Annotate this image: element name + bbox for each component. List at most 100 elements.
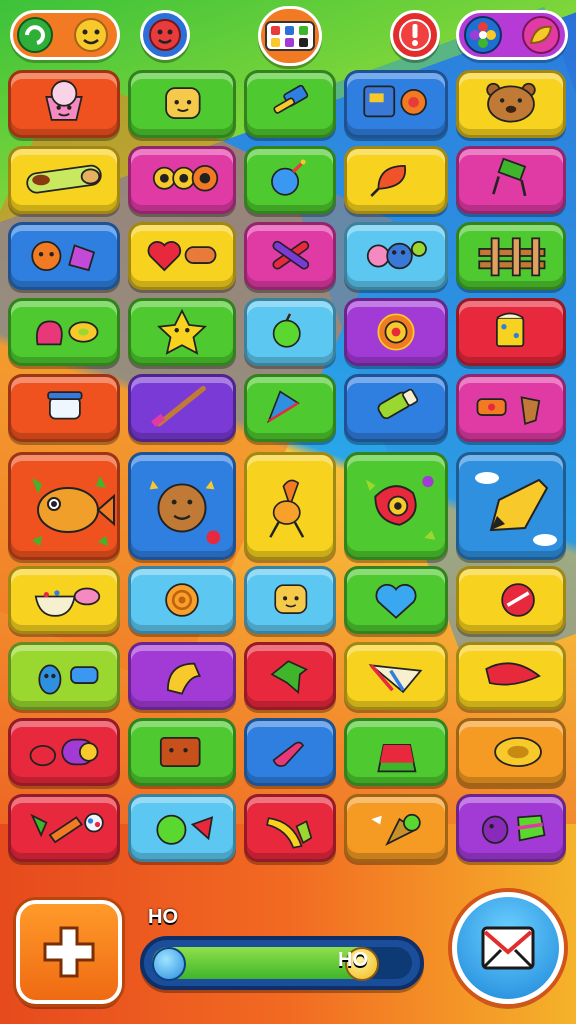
- boot-icon: [272, 741, 305, 767]
- board-tile[interactable]: [344, 298, 448, 366]
- plus-icon: [43, 926, 95, 978]
- board-tile[interactable]: [456, 374, 566, 442]
- magic-wand-icon: [151, 385, 206, 427]
- center-badge-button[interactable]: [258, 6, 322, 66]
- add-button[interactable]: [16, 900, 122, 1004]
- board-tile[interactable]: [456, 298, 566, 366]
- board-tile[interactable]: [244, 374, 336, 442]
- board-tile[interactable]: [128, 718, 236, 786]
- board-tile[interactable]: [244, 452, 336, 560]
- book-and-cookie-icon: [363, 85, 427, 118]
- jar-icon: [47, 391, 83, 420]
- bear-face-icon: [486, 82, 536, 123]
- board-tile[interactable]: [344, 642, 448, 710]
- sandwich-roll-icon: [26, 164, 102, 194]
- top-right-pill[interactable]: [456, 10, 568, 60]
- board-tile[interactable]: [128, 298, 236, 366]
- board-tile[interactable]: [128, 374, 236, 442]
- top-bar: [0, 0, 576, 76]
- trophy-spoon-icon: [269, 479, 305, 538]
- board-tile[interactable]: [344, 222, 448, 290]
- fish-leaf-icon: [32, 476, 115, 546]
- board-tile[interactable]: [8, 222, 120, 290]
- blue-heart-icon: [375, 583, 417, 619]
- toast-face-icon: [165, 87, 201, 119]
- board-tile[interactable]: [128, 642, 236, 710]
- progress-label: HO: [148, 906, 178, 928]
- paper-kite-icon: [267, 390, 300, 424]
- flower-icon: [464, 16, 502, 54]
- board-tile[interactable]: [244, 146, 336, 214]
- board-tile[interactable]: [244, 222, 336, 290]
- board-tile[interactable]: [8, 566, 120, 634]
- board-tile[interactable]: [456, 70, 566, 138]
- glue-stick-icon: [377, 388, 419, 420]
- red-face-button[interactable]: [140, 10, 190, 60]
- board-tile[interactable]: [344, 566, 448, 634]
- yellow-wedge-icon: [166, 662, 201, 695]
- board-tile[interactable]: [344, 718, 448, 786]
- board-tile[interactable]: [344, 146, 448, 214]
- board-tile[interactable]: [128, 566, 236, 634]
- board-tile[interactable]: [456, 452, 566, 560]
- sun-disc-icon: [377, 313, 415, 351]
- goggles-icon: [152, 165, 219, 192]
- board-tile[interactable]: [244, 718, 336, 786]
- red-donut-icon: [501, 583, 535, 617]
- board-tile[interactable]: [8, 452, 120, 560]
- mail-button[interactable]: [452, 892, 564, 1004]
- green-pea-icon: [156, 814, 214, 845]
- board-tile[interactable]: [128, 794, 236, 862]
- red-leaf-icon: [370, 164, 407, 197]
- crossed-crayons-icon: [272, 240, 310, 270]
- bowl-spoon-icon: [34, 587, 101, 617]
- board-tile[interactable]: [244, 794, 336, 862]
- snail-icon: [165, 583, 199, 617]
- board-tile[interactable]: [8, 718, 120, 786]
- gold-ring-icon: [494, 737, 542, 767]
- board-tile[interactable]: [244, 566, 336, 634]
- board-tile[interactable]: [8, 298, 120, 366]
- board-tile[interactable]: [8, 794, 120, 862]
- board-tile[interactable]: [456, 222, 566, 290]
- red-face-icon: [149, 19, 181, 51]
- board-tile[interactable]: [128, 222, 236, 290]
- carrot-leaf-icon: [30, 813, 104, 844]
- green-apple-icon: [272, 313, 301, 348]
- board-tile[interactable]: [344, 70, 448, 138]
- board-tile[interactable]: [128, 70, 236, 138]
- board-tile[interactable]: [456, 642, 566, 710]
- board-tile[interactable]: [8, 374, 120, 442]
- board-tile[interactable]: [128, 146, 236, 214]
- board-tile[interactable]: [128, 452, 236, 560]
- board-tile[interactable]: [344, 452, 448, 560]
- board-tile[interactable]: [344, 374, 448, 442]
- ribbon-sail-icon: [368, 664, 423, 694]
- board-tile[interactable]: [456, 794, 566, 862]
- brick-face-icon: [159, 737, 201, 767]
- progress-track: [152, 947, 412, 981]
- board-tile[interactable]: [8, 70, 120, 138]
- cheese-block-icon: [496, 312, 525, 347]
- board-tile[interactable]: [244, 298, 336, 366]
- board-tile[interactable]: [8, 146, 120, 214]
- banana-icon: [266, 817, 313, 849]
- board-tile[interactable]: [8, 642, 120, 710]
- board-tile[interactable]: [456, 566, 566, 634]
- green-swirl-icon: [17, 17, 53, 53]
- blue-bomb-icon: [271, 159, 306, 196]
- gingerbread-star-icon: [149, 480, 221, 545]
- board-tile[interactable]: [456, 718, 566, 786]
- board-tile[interactable]: [456, 146, 566, 214]
- board-tile[interactable]: [344, 794, 448, 862]
- progress-bar: HO: [140, 936, 424, 990]
- watermelon-slice-icon: [377, 744, 417, 773]
- tomato-and-roll-icon: [29, 738, 99, 767]
- alert-button[interactable]: [390, 10, 440, 60]
- board-tile[interactable]: [244, 642, 336, 710]
- pink-toaster-icon: [274, 584, 308, 614]
- progress-start-knob: [152, 947, 186, 981]
- board-tile[interactable]: [244, 70, 336, 138]
- top-left-pill[interactable]: [10, 10, 120, 60]
- dice-collection-icon: [265, 21, 315, 51]
